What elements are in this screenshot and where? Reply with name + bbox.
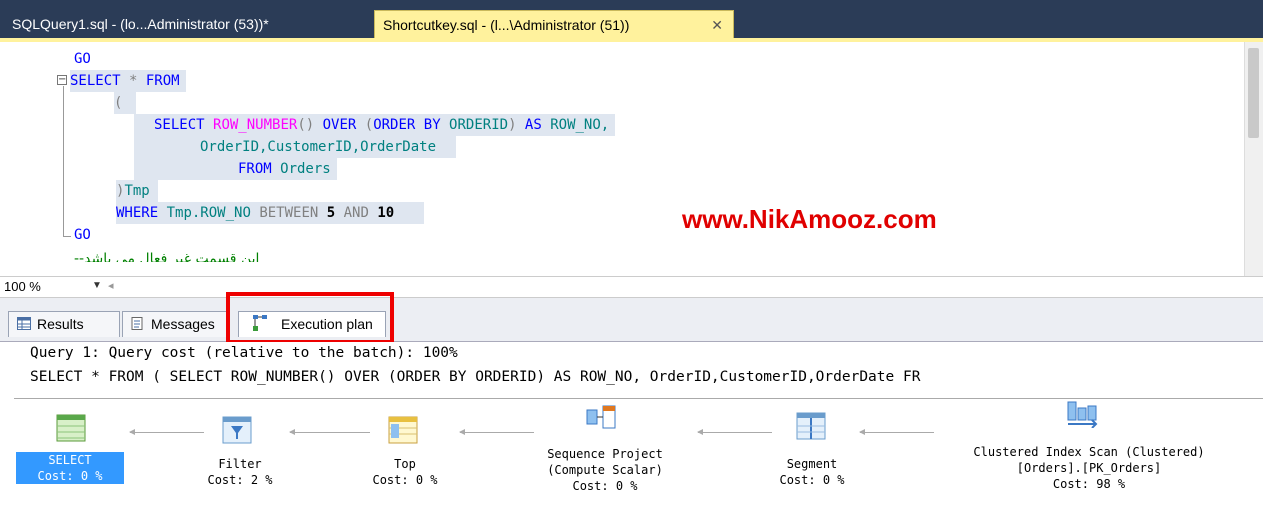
- clustered-index-scan-operator[interactable]: Clustered Index Scan (Clustered) [Orders…: [926, 444, 1252, 492]
- code-line: SELECT ROW_NUMBER() OVER (ORDER BY ORDER…: [134, 114, 616, 136]
- tab-sqlquery1[interactable]: SQLQuery1.sql - (lo...Administrator (53)…: [4, 10, 366, 38]
- watermark-text: www.NikAmooz.com: [682, 204, 937, 234]
- operator-cost: Cost: 98 %: [1052, 477, 1126, 491]
- code-line: FROM Orders: [134, 158, 337, 180]
- operator-cost: Cost: 0 %: [37, 469, 103, 483]
- query-editor[interactable]: GO SELECT * FROM ( SELECT ROW_NUMBER() O…: [0, 42, 1244, 276]
- close-icon[interactable]: ✕: [711, 11, 723, 39]
- clustered-index-scan-icon[interactable]: [1066, 398, 1100, 428]
- tab-messages-label: Messages: [151, 316, 215, 332]
- operator-detail: [Orders].[PK_Orders]: [1016, 461, 1162, 475]
- operator-name: Segment: [786, 457, 838, 471]
- code-line: SELECT * FROM: [70, 70, 186, 92]
- messages-icon: [131, 317, 143, 330]
- zoom-dropdown-icon[interactable]: ▼: [92, 280, 102, 291]
- operator-cost: Cost: 0 %: [572, 479, 638, 493]
- code-line: GO: [74, 227, 91, 243]
- outline-guide: [63, 86, 64, 236]
- code-line: )Tmp: [116, 180, 158, 202]
- operator-cost: Cost: 2 %: [207, 473, 273, 487]
- outline-guide-end: [63, 236, 71, 237]
- editor-scrollbar[interactable]: [1244, 42, 1263, 276]
- segment-operator-icon[interactable]: [796, 412, 826, 442]
- scrollbar-thumb[interactable]: [1248, 48, 1259, 138]
- code-line: WHERE Tmp.ROW_NO BETWEEN 5 AND 10: [116, 202, 425, 224]
- top-operator[interactable]: Top Cost: 0 %: [350, 456, 460, 488]
- flow-arrow: [859, 429, 934, 435]
- scroll-left-icon[interactable]: ◂: [108, 279, 114, 292]
- sequence-project-icon[interactable]: [586, 404, 616, 434]
- tab-shortcutkey-label: Shortcutkey.sql - (l...\Administrator (5…: [383, 17, 630, 33]
- highlight-box: [226, 292, 394, 344]
- document-tab-strip: SQLQuery1.sql - (lo...Administrator (53)…: [0, 0, 1263, 40]
- flow-arrow: [129, 429, 204, 435]
- tab-messages[interactable]: Messages: [122, 311, 228, 337]
- segment-operator[interactable]: Segment Cost: 0 %: [762, 456, 862, 488]
- filter-operator-icon[interactable]: [222, 416, 252, 446]
- zoom-level[interactable]: 100 %: [4, 279, 41, 294]
- tab-results-label: Results: [37, 316, 84, 332]
- operator-name: SELECT: [48, 453, 92, 467]
- code-comment-line: --این قسمت غیر فعال می باشد: [74, 251, 260, 262]
- query-cost-header: Query 1: Query cost (relative to the bat…: [30, 345, 458, 361]
- operator-detail: (Compute Scalar): [547, 463, 663, 477]
- collapse-toggle-icon[interactable]: −: [57, 75, 67, 85]
- tab-shortcutkey[interactable]: Shortcutkey.sql - (l...\Administrator (5…: [374, 10, 734, 38]
- code-line: GO: [74, 51, 91, 67]
- filter-operator[interactable]: Filter Cost: 2 %: [190, 456, 290, 488]
- top-operator-icon[interactable]: [388, 416, 418, 446]
- operator-name: Clustered Index Scan (Clustered): [973, 445, 1205, 459]
- select-operator-icon[interactable]: [56, 414, 86, 444]
- tab-results[interactable]: Results: [8, 311, 120, 337]
- flow-arrow: [459, 429, 534, 435]
- grid-icon: [17, 317, 31, 330]
- sequence-project-operator[interactable]: Sequence Project (Compute Scalar) Cost: …: [520, 446, 690, 494]
- operator-cost: Cost: 0 %: [779, 473, 845, 487]
- flow-arrow: [289, 429, 370, 435]
- results-tab-bar: Results Messages Execution plan: [0, 298, 1263, 342]
- operator-name: Top: [394, 457, 416, 471]
- select-operator[interactable]: SELECT Cost: 0 %: [16, 452, 124, 484]
- operator-cost: Cost: 0 %: [372, 473, 438, 487]
- code-line: OrderID,CustomerID,OrderDate: [134, 136, 457, 158]
- operator-name: Sequence Project: [547, 447, 663, 461]
- code-line: (: [114, 92, 137, 114]
- flow-arrow: [697, 429, 772, 435]
- zoom-bar: 100 % ▼ ◂: [0, 276, 1263, 298]
- operator-name: Filter: [218, 457, 262, 471]
- query-text: SELECT * FROM ( SELECT ROW_NUMBER() OVER…: [30, 369, 921, 385]
